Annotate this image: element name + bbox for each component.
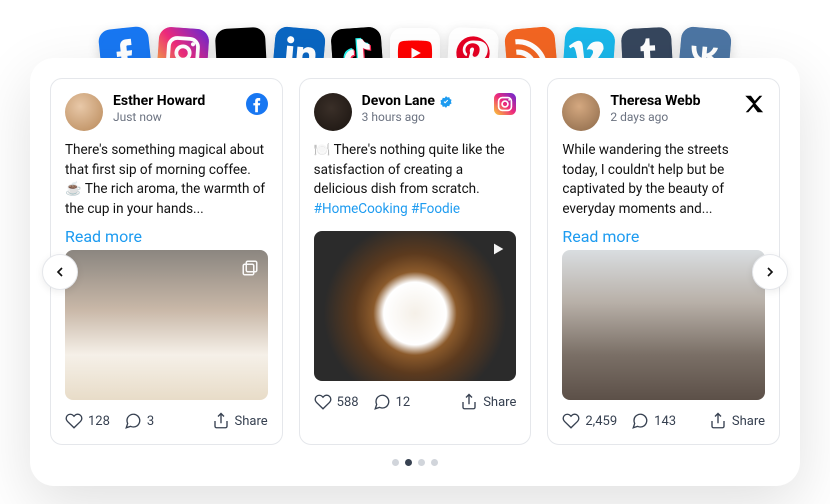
like-count: 588 <box>337 395 359 410</box>
timestamp: Just now <box>113 110 236 124</box>
post-image[interactable] <box>314 231 517 381</box>
post-image[interactable] <box>65 250 268 400</box>
pagination-dot[interactable] <box>405 459 412 466</box>
timestamp: 3 hours ago <box>362 110 485 124</box>
x-icon[interactable] <box>743 93 765 115</box>
hashtags[interactable]: #HomeCooking #Foodie <box>314 201 460 217</box>
post-body: 🍽️ There's nothing quite like the satisf… <box>314 141 517 219</box>
like-button[interactable]: 588 <box>314 393 359 411</box>
comment-count: 12 <box>396 395 411 410</box>
comment-count: 143 <box>654 414 676 429</box>
share-button[interactable]: Share <box>212 412 268 430</box>
play-icon <box>488 239 508 259</box>
instagram-icon[interactable] <box>494 93 516 115</box>
timestamp: 2 days ago <box>610 110 733 124</box>
comment-button[interactable]: 12 <box>373 393 411 411</box>
post-image[interactable] <box>562 250 765 400</box>
post-card: Theresa Webb 2 days ago While wandering … <box>547 78 780 445</box>
like-count: 2,459 <box>585 414 617 429</box>
post-body: There's something magical about that fir… <box>65 141 268 219</box>
avatar[interactable] <box>314 93 352 131</box>
share-button[interactable]: Share <box>709 412 765 430</box>
next-button[interactable] <box>752 254 788 290</box>
like-button[interactable]: 2,459 <box>562 412 617 430</box>
post-body: While wandering the streets today, I cou… <box>562 141 765 219</box>
pagination-dot[interactable] <box>392 459 399 466</box>
avatar[interactable] <box>562 93 600 131</box>
comment-count: 3 <box>147 414 154 429</box>
read-more-link[interactable]: Read more <box>562 227 639 246</box>
prev-button[interactable] <box>42 254 78 290</box>
comment-button[interactable]: 3 <box>124 412 154 430</box>
author-name[interactable]: Esther Howard <box>113 93 205 109</box>
avatar[interactable] <box>65 93 103 131</box>
author-name[interactable]: Theresa Webb <box>610 93 700 109</box>
read-more-link[interactable]: Read more <box>65 227 142 246</box>
facebook-icon[interactable] <box>246 93 268 115</box>
verified-badge-icon <box>439 94 453 108</box>
like-button[interactable]: 128 <box>65 412 110 430</box>
share-button[interactable]: Share <box>460 393 516 411</box>
post-card: Esther Howard Just now There's something… <box>50 78 283 445</box>
carousel-icon <box>240 258 260 278</box>
post-card: Devon Lane 3 hours ago 🍽️ There's nothin… <box>299 78 532 445</box>
pagination-dot[interactable] <box>431 459 438 466</box>
pagination-dot[interactable] <box>418 459 425 466</box>
social-feed-widget: Esther Howard Just now There's something… <box>30 58 800 486</box>
comment-button[interactable]: 143 <box>631 412 676 430</box>
like-count: 128 <box>88 414 110 429</box>
author-name[interactable]: Devon Lane <box>362 93 435 109</box>
